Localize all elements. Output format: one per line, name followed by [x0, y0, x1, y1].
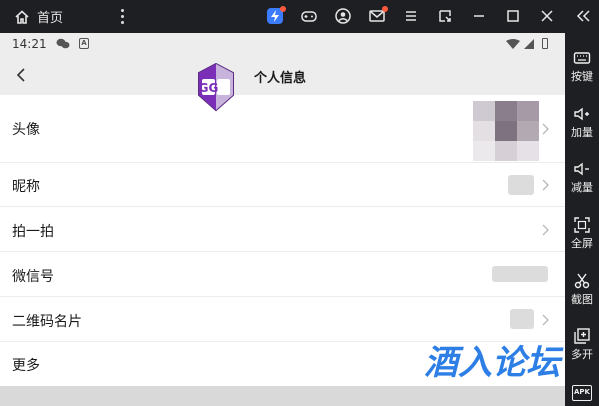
gamepad-icon[interactable] [300, 7, 318, 25]
pin-window-icon[interactable] [436, 7, 454, 25]
home-icon [15, 9, 29, 24]
row-label: 头像 [12, 122, 40, 138]
back-icon[interactable] [12, 66, 30, 84]
list-item-pat[interactable]: 拍一拍 [0, 207, 565, 252]
sidebar-item-screenshot[interactable]: 截图 [565, 272, 599, 306]
avatar [473, 101, 539, 161]
scissors-icon [574, 273, 590, 289]
maximize-icon[interactable] [504, 7, 522, 25]
minimize-icon[interactable] [470, 7, 488, 25]
account-icon[interactable] [334, 7, 352, 25]
chevron-right-icon [540, 123, 550, 135]
apk-icon: APK [572, 385, 592, 401]
row-label: 二维码名片 [12, 314, 82, 330]
list-item-avatar[interactable]: 头像 [0, 95, 565, 163]
sidebar-item-volume-up[interactable]: 加量 [565, 105, 599, 139]
sidebar-item-volume-down[interactable]: 减量 [565, 160, 599, 194]
boost-icon[interactable] [266, 6, 286, 25]
wifi-icon [506, 39, 520, 49]
list-item-nickname[interactable]: 昵称 [0, 163, 565, 207]
list-item-wechat-id[interactable]: 微信号 [0, 252, 565, 297]
signal-icon [524, 39, 534, 49]
row-label: 微信号 [12, 269, 54, 285]
menu-icon[interactable] [402, 7, 420, 25]
status-bar: 14:21 A [0, 33, 565, 55]
home-tab-label: 首页 [37, 11, 64, 26]
status-time: 14:21 [12, 37, 47, 51]
gameguardian-logo: GG [198, 62, 234, 112]
page-title: 个人信息 [254, 71, 307, 86]
collapse-sidebar-icon[interactable] [574, 7, 592, 25]
wechat-notification-icon [56, 38, 70, 49]
sidebar-item-label: 按键 [571, 70, 593, 83]
sidebar-item-fullscreen[interactable]: 全屏 [565, 216, 599, 250]
qr-code-icon [510, 309, 534, 329]
sidebar-item-label: 全屏 [571, 237, 593, 250]
emulator-toolbar: 首页 [0, 0, 599, 33]
close-icon[interactable] [538, 7, 556, 25]
svg-text:酒入论坛: 酒入论坛 [424, 343, 564, 382]
home-tab[interactable]: 首页 [14, 0, 63, 33]
chevron-right-icon [540, 224, 550, 236]
sidebar-item-label: 截图 [571, 293, 593, 306]
forum-watermark: 酒入论坛 [424, 342, 565, 382]
redacted-value [492, 266, 548, 282]
list-item-qr-card[interactable]: 二维码名片 [0, 297, 565, 342]
battery-icon [542, 38, 548, 49]
redacted-value [508, 175, 534, 195]
row-label: 更多 [12, 358, 40, 374]
chevron-right-icon [540, 314, 550, 326]
volume-up-icon [574, 107, 589, 121]
row-label: 拍一拍 [12, 224, 54, 240]
fullscreen-icon [574, 217, 590, 233]
mail-icon[interactable] [368, 6, 388, 25]
title-bar: 个人信息 [0, 55, 565, 95]
row-label: 昵称 [12, 179, 40, 195]
volume-down-icon [574, 162, 589, 176]
sidebar-item-keys[interactable]: 按键 [565, 49, 599, 83]
sidebar-item-label: 加量 [571, 126, 593, 139]
bottom-divider [0, 386, 565, 406]
sidebar-item-label: 减量 [571, 181, 593, 194]
keyboard-icon [573, 52, 591, 64]
more-menu-icon[interactable] [118, 8, 126, 26]
a-notification-icon: A [79, 38, 89, 49]
sidebar-item-apk[interactable]: APK [565, 385, 599, 401]
svg-text:GG: GG [199, 81, 219, 95]
chevron-right-icon [540, 179, 550, 191]
